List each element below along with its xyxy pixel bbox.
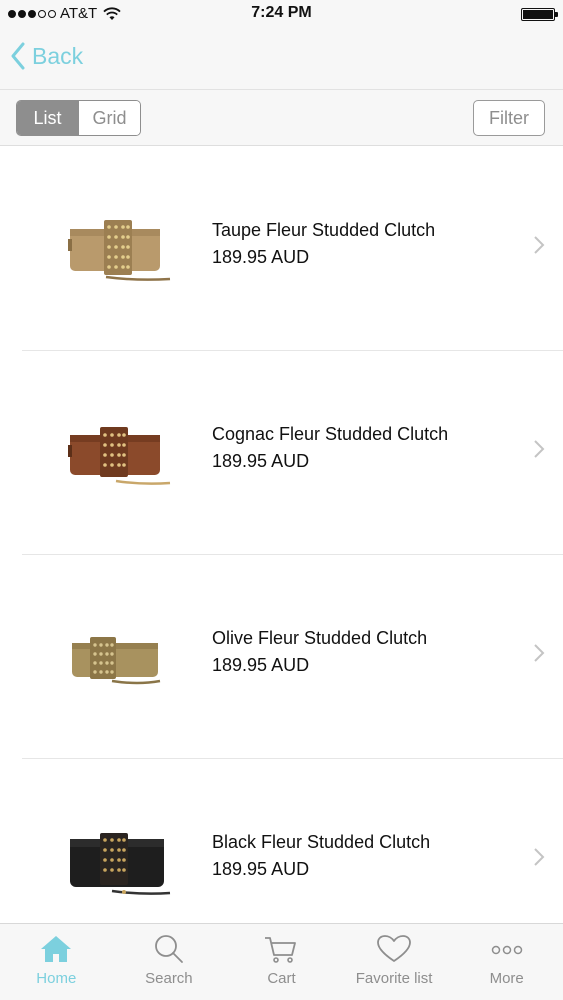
- back-button[interactable]: Back: [10, 42, 83, 70]
- tab-more[interactable]: More: [450, 924, 563, 1000]
- product-thumbnail: [68, 427, 171, 485]
- product-info: Olive Fleur Studded Clutch 189.95 AUD: [212, 628, 427, 676]
- product-price: 189.95 AUD: [212, 655, 310, 675]
- tab-favorite-list[interactable]: Favorite list: [338, 924, 451, 1000]
- view-mode-segmented-control: List Grid: [16, 100, 141, 136]
- chevron-right-icon: [534, 644, 545, 662]
- tab-home[interactable]: Home: [0, 924, 113, 1000]
- product-price: 189.95 AUD: [212, 859, 310, 879]
- product-thumbnail: [72, 637, 161, 685]
- chevron-left-icon: [11, 42, 25, 70]
- tab-search[interactable]: Search: [113, 924, 226, 1000]
- product-row[interactable]: Cognac Fleur Studded Clutch 189.95 AUD: [22, 351, 563, 555]
- filter-button[interactable]: Filter: [473, 100, 545, 136]
- view-toolbar: List Grid Filter: [0, 90, 563, 146]
- product-name: Taupe Fleur Studded Clutch: [212, 220, 436, 240]
- product-list: Taupe Fleur Studded Clutch 189.95 AUD Co…: [0, 147, 563, 963]
- tab-label: More: [489, 970, 524, 987]
- navigation-bar: Back: [0, 28, 563, 90]
- status-bar: AT&T 7:24 PM: [0, 0, 563, 28]
- tab-label: Cart: [267, 970, 296, 987]
- chevron-right-icon: [534, 440, 545, 458]
- product-name: Cognac Fleur Studded Clutch: [212, 424, 449, 444]
- product-name: Olive Fleur Studded Clutch: [212, 628, 428, 648]
- product-name: Black Fleur Studded Clutch: [212, 832, 431, 852]
- product-info: Black Fleur Studded Clutch 189.95 AUD: [212, 832, 430, 880]
- home-icon: [41, 936, 72, 962]
- battery-icon: [521, 8, 558, 21]
- product-price: 189.95 AUD: [212, 247, 310, 267]
- product-info: Cognac Fleur Studded Clutch 189.95 AUD: [212, 424, 448, 472]
- product-thumbnail: [68, 220, 171, 281]
- product-thumbnail: [70, 833, 171, 895]
- chevron-right-icon: [534, 236, 545, 254]
- tab-label: Favorite list: [355, 970, 433, 987]
- product-info: Taupe Fleur Studded Clutch 189.95 AUD: [212, 220, 435, 268]
- tab-cart[interactable]: Cart: [225, 924, 338, 1000]
- more-icon: [491, 945, 522, 955]
- heart-icon: [377, 935, 411, 962]
- tab-bar: Home Search Cart Favorite list More: [0, 923, 563, 1000]
- tab-label: Home: [36, 970, 77, 987]
- product-price: 189.95 AUD: [212, 451, 310, 471]
- list-view-segment[interactable]: List: [17, 101, 78, 135]
- product-row[interactable]: Taupe Fleur Studded Clutch 189.95 AUD: [22, 147, 563, 351]
- chevron-right-icon: [534, 848, 545, 866]
- status-time: 7:24 PM: [251, 4, 312, 21]
- back-label: Back: [32, 42, 84, 69]
- search-icon: [154, 935, 183, 963]
- cart-icon: [265, 937, 297, 963]
- product-row[interactable]: Olive Fleur Studded Clutch 189.95 AUD: [22, 555, 563, 759]
- grid-view-segment[interactable]: Grid: [78, 101, 140, 135]
- tab-label: Search: [145, 970, 193, 987]
